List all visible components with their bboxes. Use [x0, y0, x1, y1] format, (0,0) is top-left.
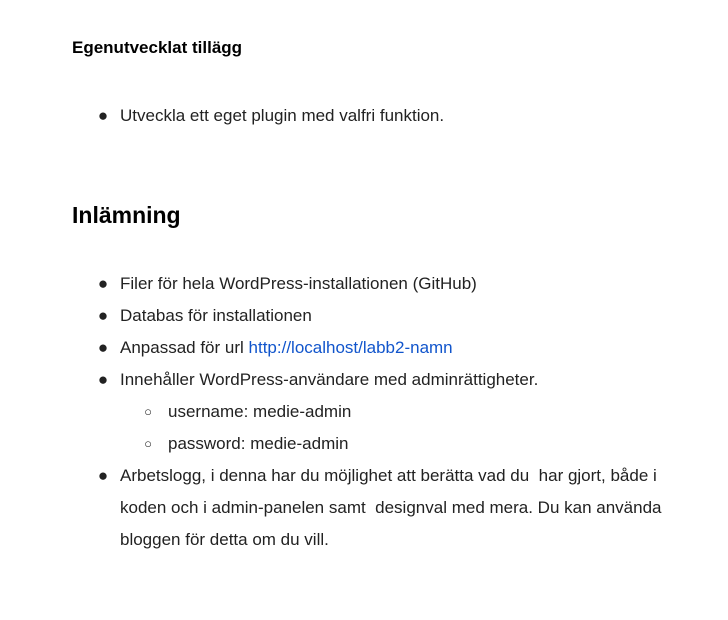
- section-heading-inlamning: Inlämning: [72, 202, 181, 228]
- bullet-circle-icon: ○: [144, 436, 152, 451]
- list-item-worklog: ● Arbetslogg, i denna har du möjlighet a…: [72, 460, 692, 556]
- submission-list: ● Filer för hela WordPress-installatione…: [72, 268, 692, 556]
- plugin-list: ● Utveckla ett eget plugin med valfri fu…: [72, 100, 692, 132]
- list-item-text: Databas för installationen: [120, 306, 312, 325]
- list-item-text: password: medie-admin: [168, 434, 349, 453]
- bullet-circle-icon: ○: [144, 404, 152, 419]
- list-item-database: ● Databas för installationen: [72, 300, 692, 332]
- bullet-disc-icon: ●: [97, 370, 109, 389]
- bullet-disc-icon: ●: [97, 106, 109, 125]
- list-item: ● Utveckla ett eget plugin med valfri fu…: [72, 100, 692, 132]
- list-item-text: Innehåller WordPress-användare med admin…: [120, 370, 539, 389]
- list-item-text: Anpassad för url: [120, 338, 249, 357]
- list-item-files: ● Filer för hela WordPress-installatione…: [72, 268, 692, 300]
- bullet-disc-icon: ●: [97, 466, 109, 485]
- localhost-url-link[interactable]: http://localhost/labb2-namn: [249, 338, 453, 357]
- bullet-disc-icon: ●: [97, 306, 109, 325]
- bullet-disc-icon: ●: [97, 274, 109, 293]
- list-item-text: Utveckla ett eget plugin med valfri funk…: [120, 106, 445, 125]
- list-item-password: ○ password: medie-admin: [72, 428, 692, 460]
- list-item-text: username: medie-admin: [168, 402, 352, 421]
- section-heading-egenutvecklat: Egenutvecklat tillägg: [72, 38, 243, 57]
- bullet-disc-icon: ●: [97, 338, 109, 357]
- credentials-sublist-wrapper: ○ username: medie-admin ○ password: medi…: [72, 396, 692, 460]
- list-item-text: Arbetslogg, i denna har du möjlighet att…: [120, 466, 667, 549]
- list-item-text: Filer för hela WordPress-installationen …: [120, 274, 477, 293]
- list-item-url: ● Anpassad för url http://localhost/labb…: [72, 332, 692, 364]
- list-item-username: ○ username: medie-admin: [72, 396, 692, 428]
- list-item-users: ● Innehåller WordPress-användare med adm…: [72, 364, 692, 396]
- credentials-sublist: ○ username: medie-admin ○ password: medi…: [72, 396, 692, 460]
